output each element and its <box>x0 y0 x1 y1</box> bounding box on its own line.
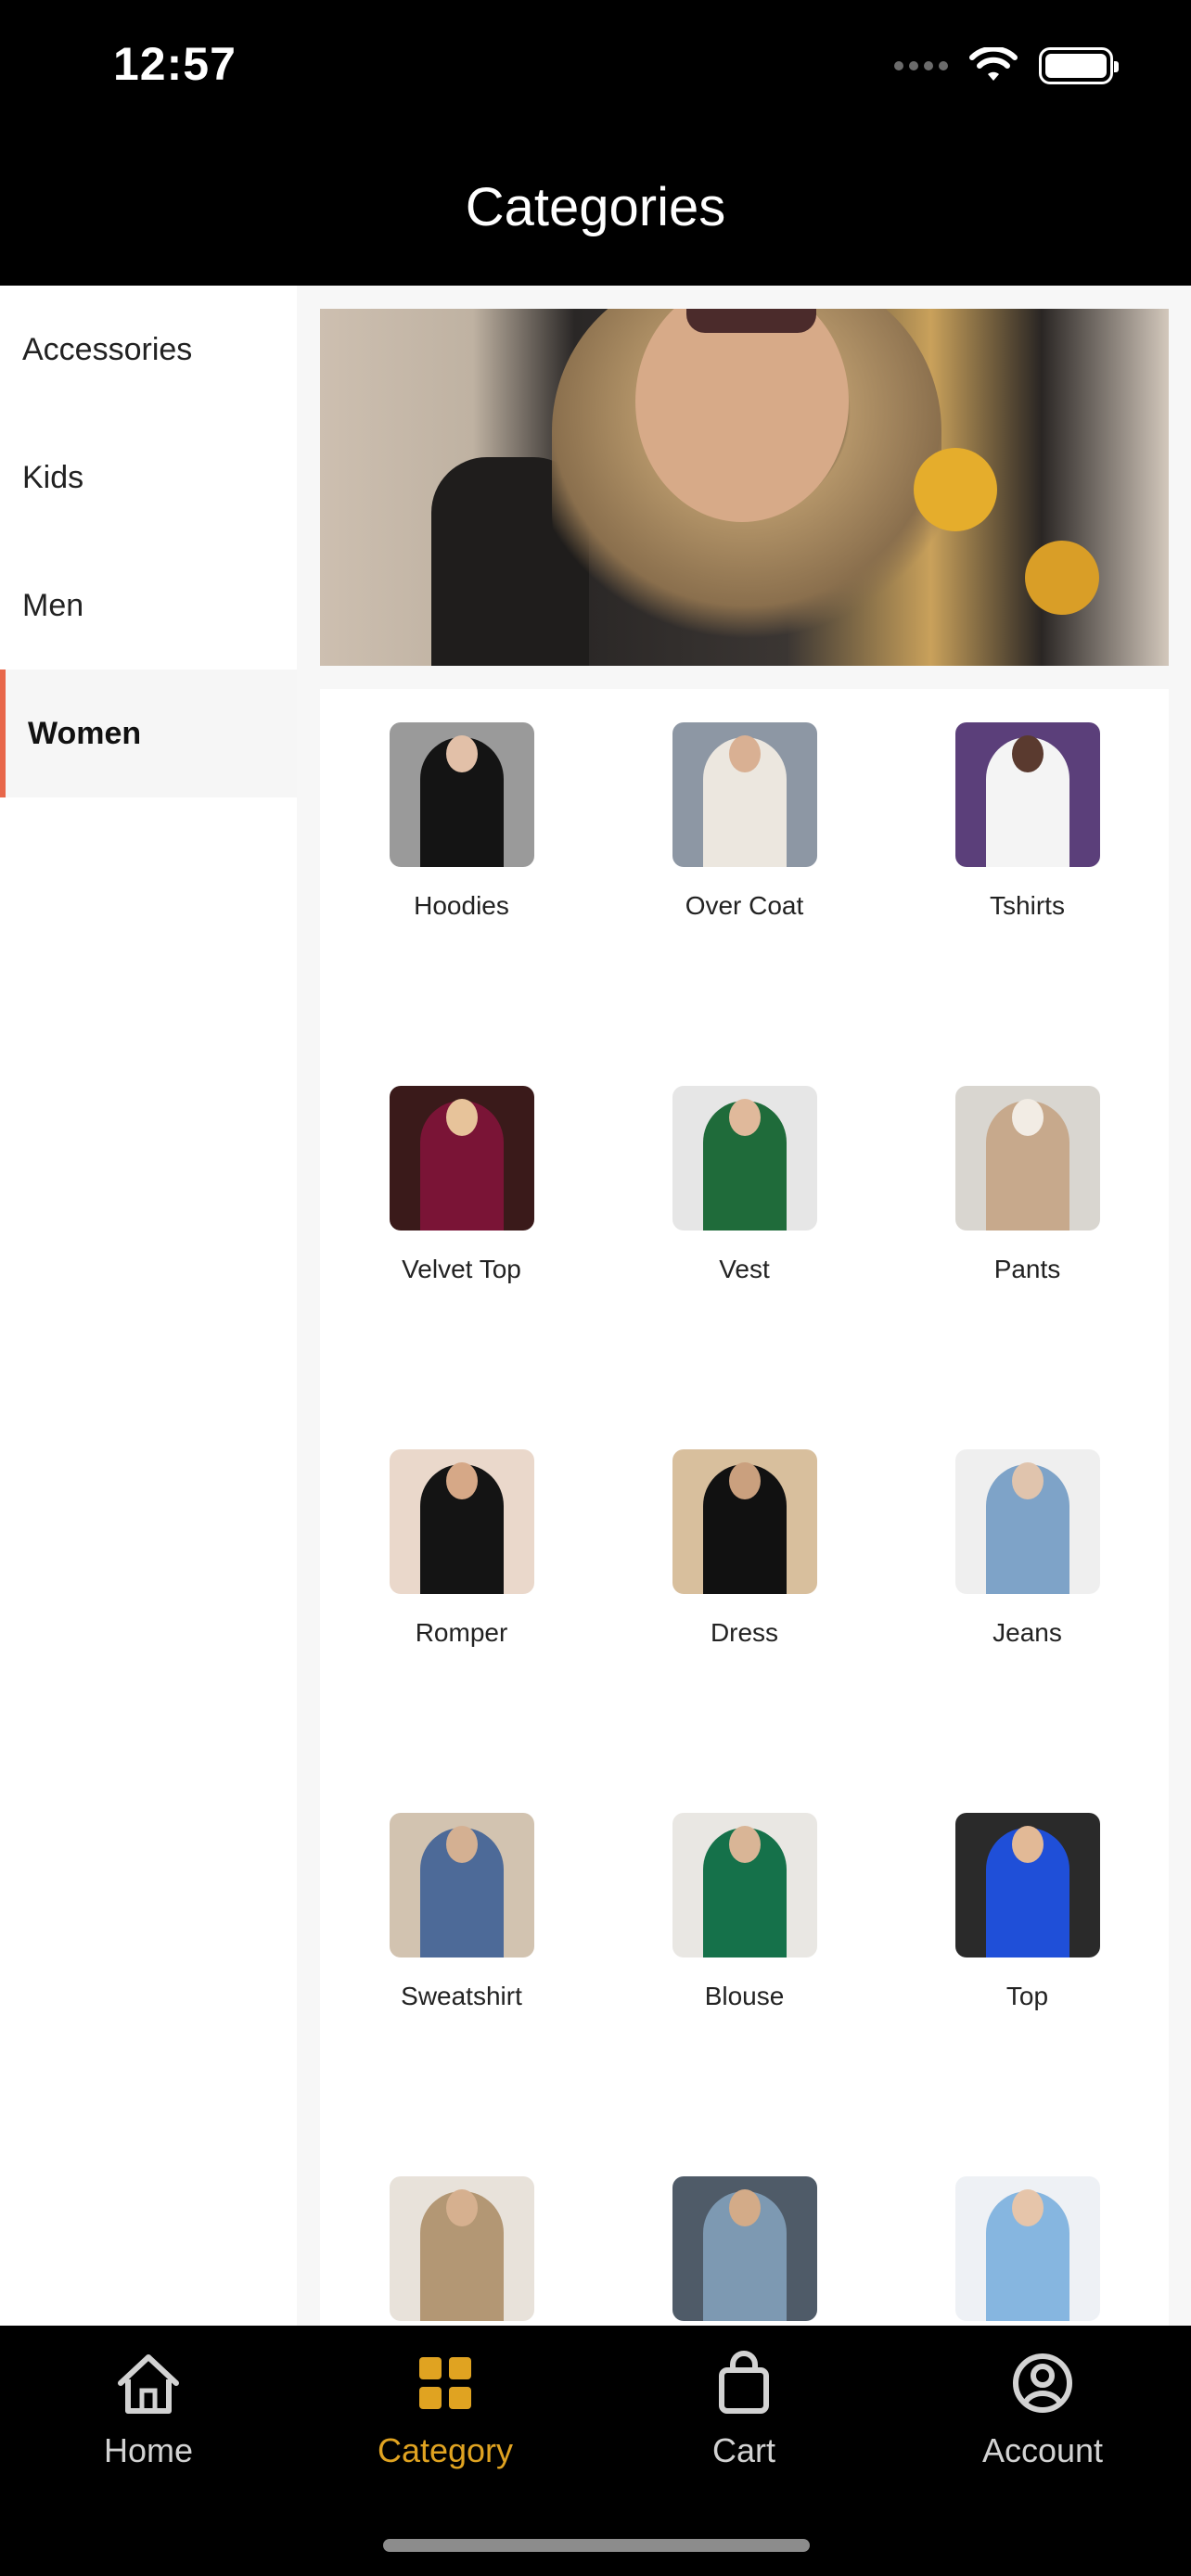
category-label: Over Coat <box>685 891 804 920</box>
account-icon <box>1013 2353 1072 2413</box>
category-item[interactable]: Vest <box>603 1086 886 1449</box>
battery-icon <box>1039 47 1119 84</box>
tab-account[interactable]: Account <box>894 2346 1191 2470</box>
category-item[interactable]: Hoodies <box>320 722 603 1086</box>
thumbnail-model <box>445 2189 478 2226</box>
subcategory-grid: Hoodies Over Coat Tshirts Velvet Top Vest Pan… <box>320 689 1169 2540</box>
tab-label: Home <box>103 2431 194 2469</box>
category-item[interactable]: Jeans <box>886 1449 1169 1813</box>
subcategory-panel: Hoodies Over Coat Tshirts Velvet Top Vest Pan… <box>320 689 1169 2340</box>
category-item[interactable]: Blouse <box>603 1813 886 2176</box>
category-label: Velvet Top <box>402 1255 521 1283</box>
category-thumbnail <box>954 722 1100 867</box>
tab-category[interactable]: Category <box>297 2346 594 2470</box>
category-label: Jeans <box>992 1618 1062 1647</box>
sidebar-item-men[interactable]: Men <box>0 542 297 670</box>
category-thumbnail <box>672 1086 817 1231</box>
category-item[interactable]: Romper <box>320 1449 603 1813</box>
cellular-signal-icon <box>894 61 948 70</box>
category-item[interactable]: Tshirts <box>886 722 1169 1086</box>
category-label: Top <box>1005 1982 1049 2010</box>
thumbnail-model <box>728 2189 761 2226</box>
sidebar-item-label: Kids <box>22 459 84 495</box>
status-time: 12:57 <box>113 38 237 90</box>
category-label: Romper <box>415 1618 508 1647</box>
category-item[interactable]: Pants <box>886 1086 1169 1449</box>
category-label: Pants <box>993 1255 1061 1283</box>
thumbnail-model <box>445 1462 478 1499</box>
thumbnail-model <box>445 735 478 772</box>
category-label: Tshirts <box>990 891 1065 920</box>
thumbnail-model <box>445 1826 478 1863</box>
thumbnail-model <box>728 1099 761 1136</box>
thumbnail-model <box>728 1462 761 1499</box>
category-sidebar: Accessories Kids Men Women <box>0 286 297 2326</box>
category-label: Blouse <box>704 1982 785 2010</box>
thumbnail-model <box>1011 2189 1044 2226</box>
tab-label: Account <box>981 2431 1104 2469</box>
category-thumbnail <box>389 1086 534 1231</box>
sidebar-item-label: Men <box>22 587 84 623</box>
category-thumbnail <box>389 1813 534 1958</box>
bag-icon <box>719 2351 769 2414</box>
banner-pattern <box>914 448 997 531</box>
category-thumbnail <box>672 1449 817 1594</box>
category-label: Dress <box>710 1618 779 1647</box>
thumbnail-model <box>728 1826 761 1863</box>
tab-home[interactable]: Home <box>0 2346 297 2470</box>
header-bar: 12:57 Categories <box>0 0 1191 286</box>
promo-banner[interactable] <box>320 309 1169 666</box>
page-title: Categories <box>465 177 726 237</box>
banner-pattern <box>1025 541 1099 615</box>
home-indicator[interactable] <box>383 2539 810 2552</box>
category-thumbnail <box>954 2176 1100 2321</box>
sidebar-item-kids[interactable]: Kids <box>0 414 297 542</box>
category-thumbnail <box>389 1449 534 1594</box>
sidebar-item-accessories[interactable]: Accessories <box>0 286 297 414</box>
category-item[interactable]: Dress <box>603 1449 886 1813</box>
home-icon <box>118 2354 179 2414</box>
banner-sunglasses <box>686 309 816 333</box>
category-thumbnail <box>389 2176 534 2321</box>
sidebar-item-label: Women <box>28 715 142 751</box>
category-thumbnail <box>672 2176 817 2321</box>
tab-label: Category <box>377 2431 514 2469</box>
category-item[interactable]: Over Coat <box>603 722 886 1086</box>
tab-label: Cart <box>711 2431 775 2469</box>
thumbnail-model <box>1011 1462 1044 1499</box>
category-thumbnail <box>672 1813 817 1958</box>
thumbnail-model <box>1011 1826 1044 1863</box>
status-icons <box>894 43 1119 89</box>
category-label: Vest <box>719 1255 770 1283</box>
thumbnail-model <box>445 1099 478 1136</box>
category-item[interactable]: Sweatshirt <box>320 1813 603 2176</box>
category-item[interactable]: Top <box>886 1813 1169 2176</box>
category-content: Hoodies Over Coat Tshirts Velvet Top Vest Pan… <box>297 286 1191 2340</box>
thumbnail-model <box>1011 735 1044 772</box>
category-item[interactable]: Velvet Top <box>320 1086 603 1449</box>
tab-cart[interactable]: Cart <box>596 2346 892 2470</box>
sidebar-item-women[interactable]: Women <box>0 670 297 797</box>
category-thumbnail <box>954 1813 1100 1958</box>
category-thumbnail <box>954 1449 1100 1594</box>
category-label: Hoodies <box>414 891 509 920</box>
category-thumbnail <box>389 722 534 867</box>
category-label: Sweatshirt <box>401 1982 522 2010</box>
wifi-icon <box>969 47 1018 81</box>
grid-icon <box>419 2357 471 2409</box>
thumbnail-model <box>728 735 761 772</box>
sidebar-item-label: Accessories <box>22 331 193 367</box>
category-thumbnail <box>672 722 817 867</box>
thumbnail-model <box>1011 1099 1044 1136</box>
category-thumbnail <box>954 1086 1100 1231</box>
